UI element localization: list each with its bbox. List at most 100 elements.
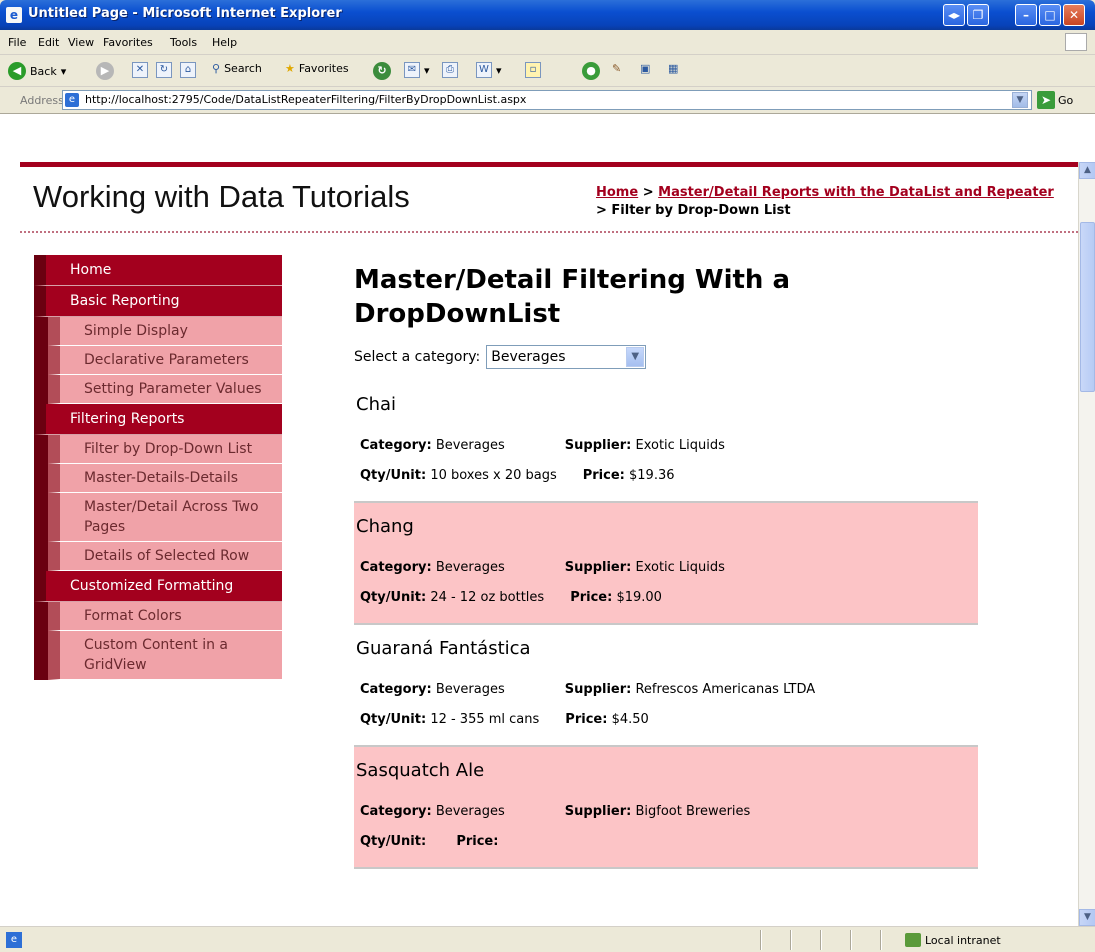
status-divider bbox=[790, 930, 792, 950]
go-arrow-icon: ➤ bbox=[1037, 91, 1055, 109]
product-qty: 12 - 355 ml cans bbox=[430, 712, 540, 727]
product-supplier: Exotic Liquids bbox=[635, 438, 725, 453]
breadcrumb: Home > Master/Detail Reports with the Da… bbox=[596, 184, 1066, 220]
category-field-label: Category: bbox=[360, 560, 432, 575]
sidebar-item-setting-parameter-values[interactable]: Setting Parameter Values bbox=[34, 375, 282, 404]
product-row-2: Qty/Unit: 24 - 12 oz bottles Price: $19.0… bbox=[354, 583, 978, 613]
back-label: Back bbox=[30, 64, 57, 78]
note-icon: ▫ bbox=[525, 62, 541, 78]
sidebar-item-master-detail-across-two-pages[interactable]: Master/Detail Across Two Pages bbox=[34, 493, 282, 542]
back-button[interactable]: ◀ Back ▾ bbox=[8, 62, 66, 80]
breadcrumb-section-link[interactable]: Master/Detail Reports with the DataList … bbox=[658, 185, 1054, 200]
forward-button[interactable]: ▶ bbox=[96, 62, 114, 80]
favorites-star-icon: ★ bbox=[285, 62, 295, 75]
vertical-scrollbar[interactable]: ▲ ▼ bbox=[1078, 162, 1095, 926]
ie-app-icon: e bbox=[6, 7, 22, 23]
tool2-button[interactable]: ▦ bbox=[668, 62, 678, 75]
menu-help[interactable]: Help bbox=[212, 36, 237, 49]
history-button[interactable]: ↻ bbox=[373, 62, 391, 80]
supplier-field-label: Supplier: bbox=[564, 682, 632, 697]
history-icon: ↻ bbox=[373, 62, 391, 80]
back-dropdown-icon: ▾ bbox=[60, 64, 67, 78]
tool1-button[interactable]: ▣ bbox=[640, 62, 650, 75]
security-zone: Local intranet bbox=[905, 933, 1001, 947]
chevron-down-icon[interactable]: ▼ bbox=[626, 347, 645, 367]
discuss-button[interactable]: ▫ bbox=[525, 62, 541, 78]
intranet-icon bbox=[905, 933, 921, 947]
site-title: Working with Data Tutorials bbox=[33, 179, 410, 214]
stop-button[interactable]: ✕ bbox=[132, 62, 148, 78]
sidebar-item-master-details-details[interactable]: Master-Details-Details bbox=[34, 464, 282, 493]
window-title-bar: e Untitled Page - Microsoft Internet Exp… bbox=[0, 0, 1095, 30]
sidebar-item-filtering-reports[interactable]: Filtering Reports bbox=[34, 404, 282, 435]
menu-edit[interactable]: Edit bbox=[38, 36, 59, 49]
print-button[interactable]: ⎙ bbox=[442, 62, 458, 78]
sidebar-item-simple-display[interactable]: Simple Display bbox=[34, 317, 282, 346]
address-input[interactable]: http://localhost:2795/Code/DataListRepea… bbox=[62, 90, 1032, 110]
product-supplier: Exotic Liquids bbox=[635, 560, 725, 575]
favorites-button[interactable]: ★ Favorites bbox=[285, 62, 349, 75]
windows-logo-icon bbox=[1065, 33, 1087, 51]
price-field-label: Price: bbox=[582, 468, 625, 483]
menu-favorites[interactable]: Favorites bbox=[103, 36, 153, 49]
maximize-button[interactable]: □ bbox=[1039, 4, 1061, 26]
edit-button[interactable]: W ▾ bbox=[476, 62, 502, 78]
sidebar-item-format-colors[interactable]: Format Colors bbox=[34, 602, 282, 631]
menu-bar: File Edit View Favorites Tools Help bbox=[0, 30, 1095, 55]
menu-file[interactable]: File bbox=[8, 36, 26, 49]
product-category: Beverages bbox=[435, 804, 505, 819]
stop-icon: ✕ bbox=[132, 62, 148, 78]
price-field-label: Price: bbox=[565, 712, 608, 727]
scroll-thumb[interactable] bbox=[1080, 222, 1095, 392]
scroll-down-icon[interactable]: ▼ bbox=[1079, 909, 1095, 926]
sidebar-item-basic-reporting[interactable]: Basic Reporting bbox=[34, 286, 282, 317]
product-name: Chang bbox=[356, 516, 414, 537]
favorites-label: Favorites bbox=[298, 62, 349, 75]
breadcrumb-home-link[interactable]: Home bbox=[596, 185, 638, 200]
address-dropdown-icon[interactable]: ▼ bbox=[1012, 92, 1028, 108]
minimize-button[interactable]: – bbox=[1015, 4, 1037, 26]
category-select-label: Select a category: bbox=[354, 349, 481, 365]
category-field-label: Category: bbox=[360, 804, 432, 819]
sidebar-item-home[interactable]: Home bbox=[34, 255, 282, 286]
qty-field-label: Qty/Unit: bbox=[360, 834, 427, 849]
word-icon: W bbox=[476, 62, 492, 78]
breadcrumb-current: Filter by Drop-Down List bbox=[611, 203, 791, 218]
qty-field-label: Qty/Unit: bbox=[360, 712, 427, 727]
category-dropdown[interactable]: Beverages ▼ bbox=[486, 345, 647, 369]
extra-2-button[interactable]: ❐ bbox=[967, 4, 989, 26]
product-category: Beverages bbox=[435, 438, 505, 453]
go-button[interactable]: ➤ Go bbox=[1037, 91, 1073, 109]
category-field-label: Category: bbox=[360, 682, 432, 697]
go-label: Go bbox=[1058, 93, 1074, 107]
sidebar-item-details-of-selected-row[interactable]: Details of Selected Row bbox=[34, 542, 282, 571]
product-supplier: Bigfoot Breweries bbox=[635, 804, 751, 819]
search-icon: ⚲ bbox=[212, 62, 221, 75]
close-button[interactable]: ✕ bbox=[1063, 4, 1085, 26]
extra-1-button[interactable]: ◂▸ bbox=[943, 4, 965, 26]
product-name: Guaraná Fantástica bbox=[356, 638, 531, 659]
messenger-button[interactable]: ● bbox=[582, 62, 600, 80]
product-item: Sasquatch Ale Category: Beverages Supplier… bbox=[354, 747, 978, 869]
menu-view[interactable]: View bbox=[68, 36, 94, 49]
search-button[interactable]: ⚲ Search bbox=[212, 62, 262, 75]
edit-dropdown-icon: ▾ bbox=[496, 63, 502, 77]
home-button[interactable]: ⌂ bbox=[180, 62, 196, 78]
mail-button[interactable]: ✉ ▾ bbox=[404, 62, 430, 78]
sidebar-nav: Home Basic Reporting Simple Display Declara… bbox=[34, 255, 282, 680]
refresh-icon: ↻ bbox=[156, 62, 172, 78]
sidebar-item-custom-content-in-a-gridview[interactable]: Custom Content in a GridView bbox=[34, 631, 282, 680]
menu-tools[interactable]: Tools bbox=[170, 36, 197, 49]
main-content: Master/Detail Filtering With a DropDownL… bbox=[354, 263, 984, 869]
product-qty: 10 boxes x 20 bags bbox=[430, 468, 557, 483]
browser-viewport: Working with Data Tutorials Home > Maste… bbox=[0, 114, 1095, 926]
product-row-2: Qty/Unit: 10 boxes x 20 bags Price: $19.3… bbox=[354, 461, 978, 491]
sidebar-item-declarative-parameters[interactable]: Declarative Parameters bbox=[34, 346, 282, 375]
scroll-up-icon[interactable]: ▲ bbox=[1079, 162, 1095, 179]
product-row-1: Category: Beverages Supplier: Exotic Liqu… bbox=[354, 553, 978, 583]
sidebar-item-filter-by-drop-down-list[interactable]: Filter by Drop-Down List bbox=[34, 435, 282, 464]
sidebar-item-customized-formatting[interactable]: Customized Formatting bbox=[34, 571, 282, 602]
status-divider bbox=[760, 930, 762, 950]
refresh-button[interactable]: ↻ bbox=[156, 62, 172, 78]
research-button[interactable]: ✎ bbox=[612, 62, 621, 75]
